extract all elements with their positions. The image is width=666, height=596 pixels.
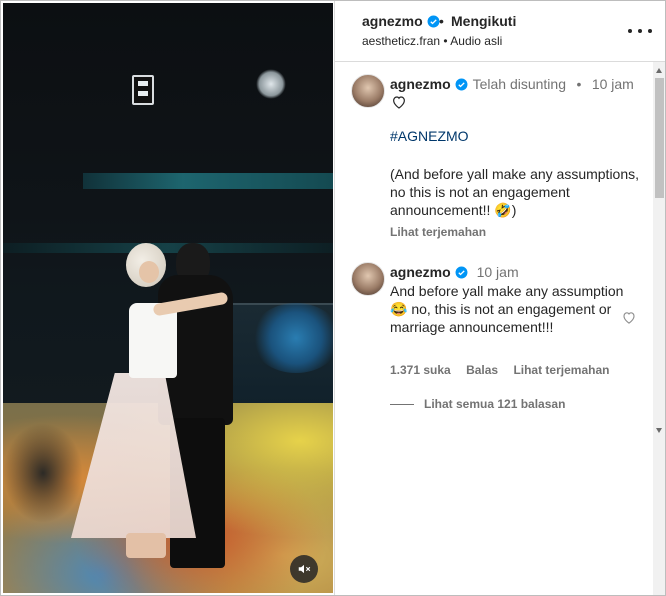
divider <box>390 403 414 405</box>
verified-badge-icon <box>455 266 468 279</box>
audio-user[interactable]: aestheticz.fran <box>362 34 440 48</box>
header-username[interactable]: agnezmo <box>362 13 440 29</box>
avatar[interactable] <box>351 262 385 296</box>
audio-info[interactable]: aestheticz.fran • Audio asli <box>362 34 502 48</box>
mute-button[interactable] <box>290 555 318 583</box>
hashtag-link[interactable]: #AGNEZMO <box>390 128 469 144</box>
following-button[interactable]: Mengikuti <box>451 13 516 29</box>
audio-label[interactable]: Audio asli <box>450 34 502 48</box>
comment-text: And before yall make any assumption 😂 no… <box>390 283 624 335</box>
comment-time[interactable]: 10 jam <box>477 264 519 280</box>
caption-header: agnezmo Telah disunting • 10 jam <box>390 76 634 94</box>
speaker-muted-icon <box>298 564 311 574</box>
post-header: agnezmo • Mengikuti aestheticz.fran • Au… <box>335 1 665 62</box>
post-sidebar: agnezmo • Mengikuti aestheticz.fran • Au… <box>334 1 665 595</box>
likes-count[interactable]: 1.371 suka <box>390 363 451 377</box>
caption-time[interactable]: 10 jam <box>592 76 634 92</box>
reel-video[interactable] <box>3 3 333 593</box>
see-translation-link[interactable]: Lihat terjemahan <box>390 225 486 239</box>
more-options-icon[interactable] <box>628 23 652 39</box>
see-translation-link[interactable]: Lihat terjemahan <box>513 363 609 377</box>
edited-label: Telah disunting <box>472 76 566 92</box>
person-woman <box>71 243 229 563</box>
verified-badge-icon <box>455 78 468 91</box>
separator-dot: • <box>439 13 444 29</box>
comment-username[interactable]: agnezmo <box>390 264 451 280</box>
ceiling-fixture <box>132 75 154 105</box>
comment-header: agnezmo 10 jam <box>390 264 519 282</box>
view-replies-button[interactable]: Lihat semua 121 balasan <box>390 397 565 411</box>
scroll-down-arrow-icon[interactable] <box>656 428 662 433</box>
verified-badge-icon <box>427 15 440 28</box>
view-replies-label: Lihat semua 121 balasan <box>424 397 566 411</box>
avatar[interactable] <box>351 74 385 108</box>
comment-actions: 1.371 suka Balas Lihat terjemahan <box>390 363 621 377</box>
heart-outline-icon[interactable] <box>390 94 408 110</box>
scrollbar[interactable] <box>653 62 665 595</box>
separator-dot: • <box>443 34 448 48</box>
caption-text: (And before yall make any assumptions, n… <box>390 166 640 218</box>
comments-list[interactable]: agnezmo Telah disunting • 10 jam #AGNEZM… <box>335 62 653 595</box>
reply-button[interactable]: Balas <box>466 363 498 377</box>
scroll-up-arrow-icon[interactable] <box>656 68 662 73</box>
background-decor <box>251 303 333 373</box>
heart-outline-icon[interactable] <box>621 310 637 325</box>
caption-username[interactable]: agnezmo <box>390 76 451 92</box>
ceiling-light <box>256 69 286 99</box>
scrollbar-thumb[interactable] <box>655 78 664 198</box>
background-decor <box>83 173 333 189</box>
post-dialog: agnezmo • Mengikuti aestheticz.fran • Au… <box>0 0 666 596</box>
separator-dot: • <box>576 76 582 92</box>
